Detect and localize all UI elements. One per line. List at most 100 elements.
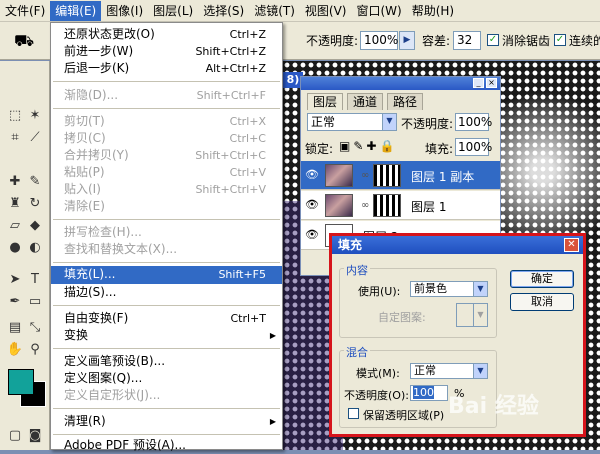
menu-view[interactable]: 视图(V) <box>300 1 352 21</box>
dodge-tool-icon[interactable]: ◐ <box>26 239 44 257</box>
menu-item-fill[interactable]: 填充(L)... Shift+F5 <box>51 266 282 284</box>
menu-item-spell-check: 拼写检查(H)... <box>51 224 282 241</box>
lock-icons[interactable]: ▣✎✚🔒 <box>339 139 397 153</box>
fill-dialog-titlebar[interactable]: 填充 ✕ <box>332 236 583 254</box>
paint-bucket-tool-icon[interactable]: ◆ <box>26 217 44 235</box>
zoom-tool-icon[interactable]: ⚲ <box>26 341 44 359</box>
menu-filter[interactable]: 滤镜(T) <box>249 1 300 21</box>
cancel-button[interactable]: 取消 <box>510 293 574 311</box>
menu-item-label: 粘贴(P) <box>64 165 105 179</box>
tab-channels[interactable]: 通道 <box>347 93 384 110</box>
layer-name: 图层 1 <box>411 200 447 214</box>
notes-tool-icon[interactable]: ▤ <box>6 319 24 337</box>
menu-item-pdf-presets[interactable]: Adobe PDF 预设(A)... <box>51 437 282 454</box>
layer-opacity-input[interactable]: 100% <box>455 113 492 131</box>
eye-icon[interactable]: 👁 <box>305 169 319 181</box>
eye-icon[interactable]: 👁 <box>305 199 319 211</box>
stamp-tool-icon[interactable]: ♜ <box>6 195 24 213</box>
menu-item-undo[interactable]: 还原状态更改(O) Ctrl+Z <box>51 26 282 43</box>
menu-item-shortcut: Ctrl+X <box>229 115 266 128</box>
paint-bucket-icon[interactable]: ⛟ <box>14 31 34 52</box>
opacity-arrow-icon[interactable]: ▶ <box>399 31 415 50</box>
shape-tool-icon[interactable]: ▭ <box>26 293 44 311</box>
hand-tool-icon[interactable]: ✋ <box>6 341 24 359</box>
menu-item-label: 渐隐(D)... <box>64 88 119 102</box>
layer-mask-thumbnail <box>373 164 401 187</box>
menu-item-purge[interactable]: 清理(R) ▶ <box>51 413 282 430</box>
menu-item-paste-into: 贴入(I) Shift+Ctrl+V <box>51 181 282 198</box>
menu-item-transform[interactable]: 变换 ▶ <box>51 327 282 344</box>
menu-item-label: 自由变换(F) <box>64 311 129 325</box>
menu-item-define-pattern[interactable]: 定义图案(Q)... <box>51 370 282 387</box>
menu-window[interactable]: 窗口(W) <box>351 1 406 21</box>
menu-item-shortcut: Shift+Ctrl+C <box>195 149 266 162</box>
menu-select[interactable]: 选择(S) <box>198 1 249 21</box>
chevron-down-icon: ▼ <box>382 114 396 130</box>
layer-name: 图层 1 副本 <box>411 170 475 184</box>
menu-item-free-transform[interactable]: 自由变换(F) Ctrl+T <box>51 310 282 327</box>
ok-button[interactable]: 确定 <box>510 270 574 288</box>
type-tool-icon[interactable]: T <box>26 271 44 289</box>
menu-item-stroke[interactable]: 描边(S)... <box>51 284 282 301</box>
menu-item-shortcut: Ctrl+C <box>229 132 266 145</box>
magic-wand-icon[interactable]: ✶ <box>26 107 44 125</box>
menu-edit[interactable]: 编辑(E) <box>50 0 102 21</box>
tab-paths[interactable]: 路径 <box>387 93 424 110</box>
tab-layers[interactable]: 图层 <box>307 93 344 110</box>
fill-label: 填充: <box>425 142 454 156</box>
menu-item-define-brush[interactable]: 定义画笔预设(B)... <box>51 353 282 370</box>
menu-item-cut: 剪切(T) Ctrl+X <box>51 113 282 130</box>
menu-item-shortcut: Ctrl+Z <box>229 28 266 41</box>
standard-mode-icon[interactable]: ▢ <box>6 427 24 445</box>
menu-separator <box>53 348 280 349</box>
use-select[interactable]: 前景色 ▼ <box>410 281 488 297</box>
submenu-arrow-icon: ▶ <box>269 331 276 340</box>
menu-layer[interactable]: 图层(L) <box>148 1 198 21</box>
healing-brush-icon[interactable]: ✚ <box>6 173 24 191</box>
brush-tool-icon[interactable]: ✎ <box>26 173 44 191</box>
menu-item-step-backward[interactable]: 后退一步(K) Alt+Ctrl+Z <box>51 60 282 77</box>
menu-item-step-forward[interactable]: 前进一步(W) Shift+Ctrl+Z <box>51 43 282 60</box>
menu-file[interactable]: 文件(F) <box>0 1 50 21</box>
menu-help[interactable]: 帮助(H) <box>407 1 459 21</box>
watermark-logo: Bai 经验 <box>448 394 539 419</box>
foreground-color-swatch[interactable] <box>8 369 34 395</box>
layer-fill-input[interactable]: 100% <box>455 138 492 156</box>
layers-panel-titlebar[interactable]: _ × <box>301 77 500 90</box>
menu-item-label: 清理(R) <box>64 414 106 428</box>
slice-tool-icon[interactable]: ⟋ <box>26 129 44 147</box>
eyedropper-icon[interactable]: ⤡ <box>26 319 44 337</box>
content-group-label: 内容 <box>344 262 370 278</box>
close-icon[interactable]: ✕ <box>564 238 579 252</box>
menu-item-label: 贴入(I) <box>64 182 101 196</box>
contiguous-checkbox[interactable]: ✓ <box>554 34 566 46</box>
blur-tool-icon[interactable]: ● <box>6 239 24 257</box>
menu-separator <box>53 219 280 220</box>
opacity-input[interactable]: 100% <box>360 31 398 50</box>
menu-item-label: 变换 <box>64 328 89 342</box>
eraser-tool-icon[interactable]: ▱ <box>6 217 24 235</box>
menu-item-shortcut: Shift+Ctrl+F <box>196 89 266 102</box>
chevron-down-icon: ▼ <box>473 364 487 378</box>
quickmask-mode-icon[interactable]: ◙ <box>26 427 44 445</box>
tolerance-label: 容差: <box>422 34 451 48</box>
preserve-transparency-checkbox[interactable] <box>348 408 359 419</box>
menu-image[interactable]: 图像(I) <box>101 1 148 21</box>
history-brush-icon[interactable]: ↻ <box>26 195 44 213</box>
dialog-opacity-input[interactable]: 100 <box>410 385 448 401</box>
minimize-icon[interactable]: _ <box>473 78 484 88</box>
menu-item-clear: 清除(E) <box>51 198 282 215</box>
antialias-checkbox[interactable]: ✓ <box>487 34 499 46</box>
mode-select[interactable]: 正常 ▼ <box>410 363 488 379</box>
marquee-tool-icon[interactable]: ⬚ <box>6 107 24 125</box>
menu-separator <box>53 108 280 109</box>
close-icon[interactable]: × <box>486 78 497 88</box>
layer-row[interactable]: 👁 ∞ 图层 1 副本 <box>301 161 500 190</box>
eye-icon[interactable]: 👁 <box>305 229 319 241</box>
blend-mode-select[interactable]: 正常 ▼ <box>307 113 397 131</box>
layer-row[interactable]: 👁 ∞ 图层 1 <box>301 191 500 220</box>
tolerance-input[interactable]: 32 <box>453 31 481 50</box>
crop-tool-icon[interactable]: ⌗ <box>6 129 24 147</box>
path-select-icon[interactable]: ➤ <box>6 271 24 289</box>
pen-tool-icon[interactable]: ✒ <box>6 293 24 311</box>
